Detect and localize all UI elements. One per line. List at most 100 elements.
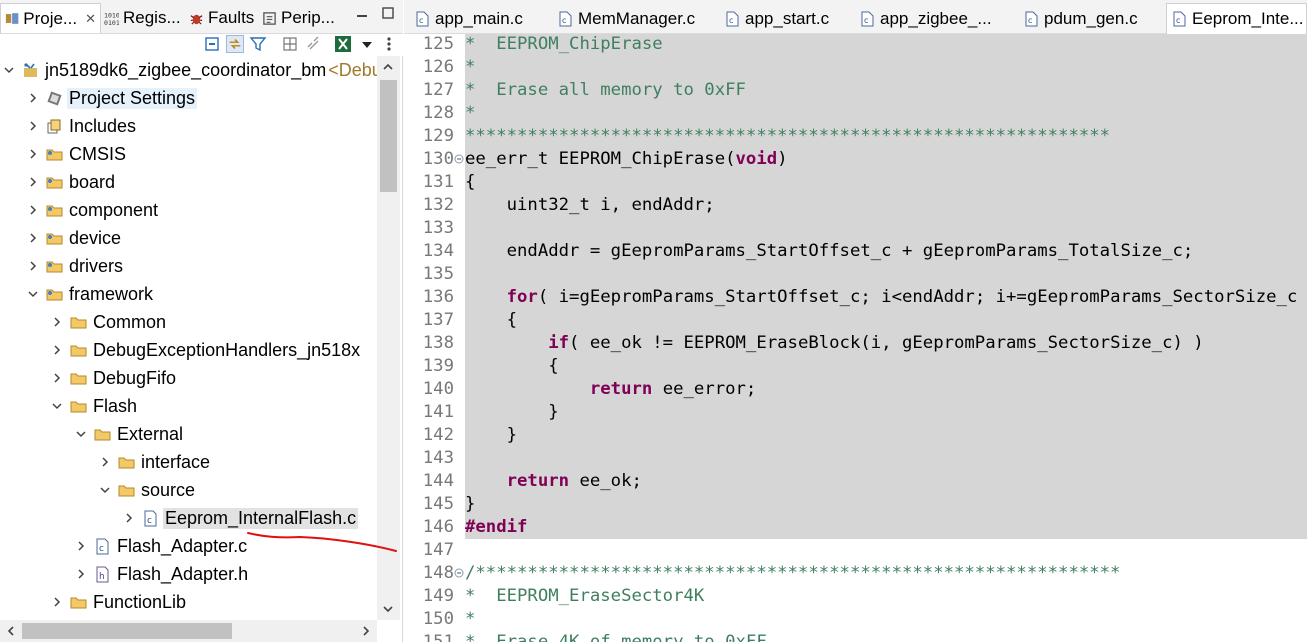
tab-peripherals[interactable]: Perip... [262,3,335,33]
tree-item-source[interactable]: source [98,476,197,504]
tree-item-interface[interactable]: interface [98,448,212,476]
code-line[interactable]: 147 [404,539,1307,562]
fold-toggle-icon[interactable] [454,568,464,578]
code-line[interactable]: 135 [404,263,1307,286]
chevron-right-icon[interactable] [26,91,40,105]
tab-faults[interactable]: Faults [189,3,254,33]
code-line[interactable]: 139 { [404,355,1307,378]
code-line[interactable]: 140 return ee_error; [404,378,1307,401]
editor-tab-pdum-gen[interactable]: c pdum_gen.c [1025,3,1165,34]
code-line[interactable]: 131 { [404,171,1307,194]
tree-item-project[interactable]: jn5189dk6_zigbee_coordinator_bm <Debu [2,56,377,84]
filter-icon[interactable] [249,35,267,53]
minimize-icon[interactable] [355,6,369,20]
tree-item-framework[interactable]: framework [26,280,155,308]
chevron-right-icon[interactable] [98,455,112,469]
view-menu-icon[interactable] [358,35,376,53]
code-line[interactable]: 141 } [404,401,1307,424]
editor-tab-app-zigbee[interactable]: c app_zigbee_... [861,3,1021,34]
code-token: { [465,172,476,192]
more-options-icon[interactable] [380,35,398,53]
tree-item-cmsis[interactable]: CMSIS [26,140,128,168]
code-line[interactable]: 133 [404,217,1307,240]
link-with-editor-icon[interactable] [226,35,244,53]
chevron-right-icon[interactable] [50,343,64,357]
code-line[interactable]: 145} [404,493,1307,516]
fold-toggle-icon[interactable] [454,154,464,164]
chevron-down-icon[interactable] [74,427,88,441]
scroll-left-icon[interactable] [4,624,18,638]
tree-item-flash[interactable]: Flash [50,392,139,420]
code-line[interactable]: 142 } [404,424,1307,447]
tree-item-includes[interactable]: Includes [26,112,138,140]
close-icon[interactable]: ✕ [85,11,96,27]
tree-item-flash-adapter-c[interactable]: c Flash_Adapter.c [74,532,249,560]
code-line[interactable]: 130 ee_err_t EEPROM_ChipErase(void) [404,148,1307,171]
code-line[interactable]: 148 /************************************… [404,562,1307,585]
x-tool-icon[interactable] [334,35,352,53]
code-line[interactable]: 144 return ee_ok; [404,470,1307,493]
tree-item-board[interactable]: board [26,168,117,196]
code-line[interactable]: 134 endAddr = gEepromParams_StartOffset_… [404,240,1307,263]
chevron-right-icon[interactable] [26,147,40,161]
code-line[interactable]: 127 * Erase all memory to 0xFF [404,79,1307,102]
scroll-down-icon[interactable] [381,602,395,616]
code-line[interactable]: 126 * [404,56,1307,79]
tree-item-external[interactable]: External [74,420,185,448]
chevron-right-icon[interactable] [50,595,64,609]
chevron-right-icon[interactable] [26,259,40,273]
scrollbar-thumb[interactable] [380,80,397,192]
code-line[interactable]: 151 * Erase 4K of memory to 0xFF [404,631,1307,642]
editor-tab-app-start[interactable]: c app_start.c [726,3,861,34]
code-line[interactable]: 138 if( ee_ok != EEPROM_EraseBlock(i, gE… [404,332,1307,355]
scroll-up-icon[interactable] [381,60,395,74]
tree-item-flash-adapter-h[interactable]: h Flash_Adapter.h [74,560,250,588]
tree-item-common[interactable]: Common [50,308,168,336]
chevron-right-icon[interactable] [74,539,88,553]
tree-item-debugexceptionhandlers[interactable]: DebugExceptionHandlers_jn518x [50,336,362,364]
scrollbar-thumb[interactable] [22,623,232,639]
collapse-all-icon[interactable] [203,35,221,53]
chevron-down-icon[interactable] [2,63,16,77]
tree-horizontal-scrollbar[interactable] [0,620,377,642]
chevron-down-icon[interactable] [98,483,112,497]
tree-item-component[interactable]: component [26,196,160,224]
tree-item-project-settings[interactable]: Project Settings [26,84,198,112]
tree-item-debugfifo[interactable]: DebugFifo [50,364,178,392]
scroll-right-icon[interactable] [359,624,373,638]
code-line[interactable]: 137 { [404,309,1307,332]
chevron-down-icon[interactable] [50,399,64,413]
chevron-right-icon[interactable] [122,511,136,525]
chevron-right-icon[interactable] [26,119,40,133]
chevron-right-icon[interactable] [50,315,64,329]
chevron-right-icon[interactable] [50,371,64,385]
tree-item-drivers[interactable]: drivers [26,252,125,280]
code-editor[interactable]: 125 * EEPROM_ChipErase 126 * 127 * Erase all … [404,34,1307,642]
code-line[interactable]: 149 * EEPROM_EraseSector4K [404,585,1307,608]
code-line[interactable]: 150 * [404,608,1307,631]
tree-vertical-scrollbar[interactable] [377,56,400,620]
code-line[interactable]: 143 [404,447,1307,470]
editor-tab-eeprom-internalflash[interactable]: c Eeprom_Inte... [1166,3,1307,34]
editor-tab-memmanager[interactable]: c MemManager.c [559,3,719,34]
chevron-right-icon[interactable] [26,203,40,217]
code-line[interactable]: 125 * EEPROM_ChipErase [404,34,1307,56]
chevron-right-icon[interactable] [74,567,88,581]
code-line[interactable]: 128 * [404,102,1307,125]
code-line[interactable]: 146 #endif [404,516,1307,539]
editor-tab-app-main[interactable]: c app_main.c [416,3,556,34]
chevron-right-icon[interactable] [26,231,40,245]
code-line[interactable]: 136 for( i=gEepromParams_StartOffset_c; … [404,286,1307,309]
tree-item-eeprom-internalflash[interactable]: c Eeprom_InternalFlash.c [122,504,359,532]
tree-item-device[interactable]: device [26,224,123,252]
maximize-icon[interactable] [381,6,395,20]
tab-registers[interactable]: 1010 0101 Regis... [104,3,181,33]
chevron-right-icon[interactable] [26,175,40,189]
link-icon[interactable] [304,35,322,53]
tab-project-explorer[interactable]: Proje... ✕ [0,3,101,33]
grid-icon[interactable] [281,35,299,53]
code-line[interactable]: 129 *************************************… [404,125,1307,148]
chevron-down-icon[interactable] [26,287,40,301]
code-line[interactable]: 132 uint32_t i, endAddr; [404,194,1307,217]
tree-item-functionlib[interactable]: FunctionLib [50,588,188,616]
